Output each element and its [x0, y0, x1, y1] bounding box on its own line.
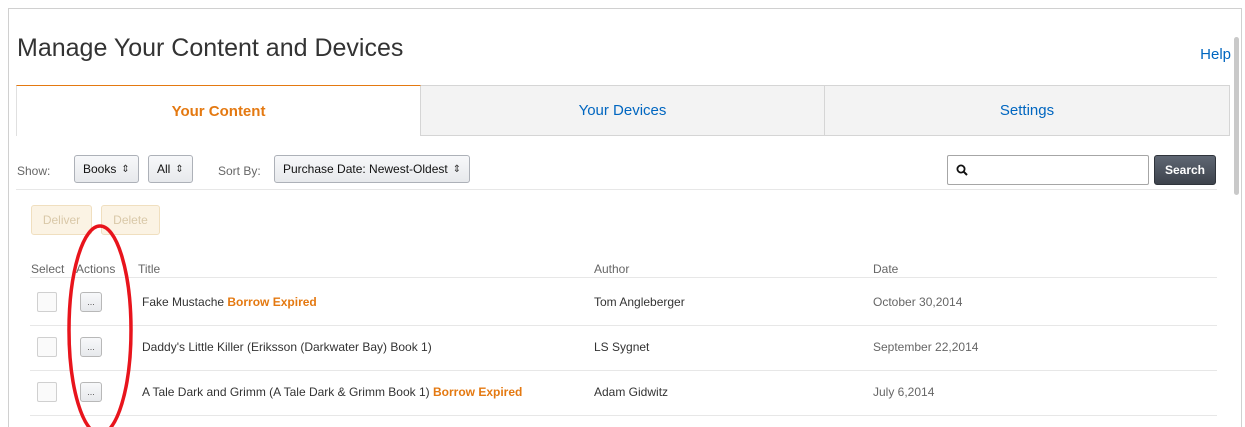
- column-header-select: Select: [31, 262, 65, 276]
- show-label: Show:: [17, 164, 51, 178]
- row-date: September 22,2014: [873, 340, 979, 354]
- row-status-badge: Borrow Expired: [433, 385, 523, 399]
- help-link[interactable]: Help: [1200, 46, 1231, 63]
- column-header-author[interactable]: Author: [594, 262, 629, 276]
- delete-button[interactable]: Delete: [101, 205, 160, 235]
- tab-your-content[interactable]: Your Content: [16, 85, 421, 136]
- row-title[interactable]: Daddy's Little Killer (Eriksson (Darkwat…: [142, 340, 432, 354]
- row-title[interactable]: Fake Mustache Borrow Expired: [142, 295, 317, 309]
- page-title: Manage Your Content and Devices: [17, 34, 404, 62]
- row-select-checkbox[interactable]: [37, 382, 57, 402]
- search-icon: [956, 164, 968, 176]
- table-row: ... Fake Mustache Borrow Expired Tom Ang…: [30, 282, 1217, 326]
- search-button[interactable]: Search: [1154, 155, 1216, 185]
- row-actions-button[interactable]: ...: [80, 337, 102, 357]
- row-title[interactable]: A Tale Dark and Grimm (A Tale Dark & Gri…: [142, 385, 522, 399]
- sort-select[interactable]: Purchase Date: Newest-Oldest ⇕: [274, 155, 471, 183]
- row-actions-button[interactable]: ...: [80, 292, 102, 312]
- tab-your-devices[interactable]: Your Devices: [421, 85, 825, 136]
- header-divider: [30, 277, 1217, 278]
- ownership-value: All: [157, 162, 171, 176]
- search-input[interactable]: [947, 155, 1149, 185]
- row-actions-button[interactable]: ...: [80, 382, 102, 402]
- sort-value: Purchase Date: Newest-Oldest: [283, 162, 448, 176]
- tab-settings[interactable]: Settings: [825, 85, 1230, 136]
- row-status-badge: Borrow Expired: [227, 295, 317, 309]
- column-header-title[interactable]: Title: [138, 262, 160, 276]
- table-row: ... Daddy's Little Killer (Eriksson (Dar…: [30, 327, 1217, 371]
- deliver-button[interactable]: Deliver: [31, 205, 92, 235]
- scrollbar[interactable]: [1234, 37, 1239, 195]
- content-type-select[interactable]: Books ⇕: [74, 155, 139, 183]
- column-header-actions: Actions: [76, 262, 116, 276]
- row-author: Adam Gidwitz: [594, 385, 669, 399]
- sort-arrows-icon: ⇕: [452, 163, 462, 175]
- row-author: LS Sygnet: [594, 340, 650, 354]
- row-select-checkbox[interactable]: [37, 337, 57, 357]
- table-row: ... A Tale Dark and Grimm (A Tale Dark &…: [30, 372, 1217, 416]
- filter-bar: Show: Books ⇕ All ⇕ Sort By: Purchase Da…: [16, 154, 1217, 190]
- row-select-checkbox[interactable]: [37, 292, 57, 312]
- sort-arrows-icon: ⇕: [175, 163, 184, 175]
- tab-bar: Your Content Your Devices Settings: [16, 85, 1230, 136]
- content-type-value: Books: [83, 162, 117, 176]
- ownership-select[interactable]: All ⇕: [148, 155, 193, 183]
- row-date: October 30,2014: [873, 295, 963, 309]
- row-title-text: Fake Mustache: [142, 295, 225, 309]
- column-header-date[interactable]: Date: [873, 262, 898, 276]
- row-title-text: Daddy's Little Killer (Eriksson (Darkwat…: [142, 340, 432, 354]
- row-date: July 6,2014: [873, 385, 935, 399]
- sort-by-label: Sort By:: [218, 164, 261, 178]
- row-author: Tom Angleberger: [594, 295, 685, 309]
- row-title-text: A Tale Dark and Grimm (A Tale Dark & Gri…: [142, 385, 430, 399]
- sort-arrows-icon: ⇕: [121, 163, 130, 175]
